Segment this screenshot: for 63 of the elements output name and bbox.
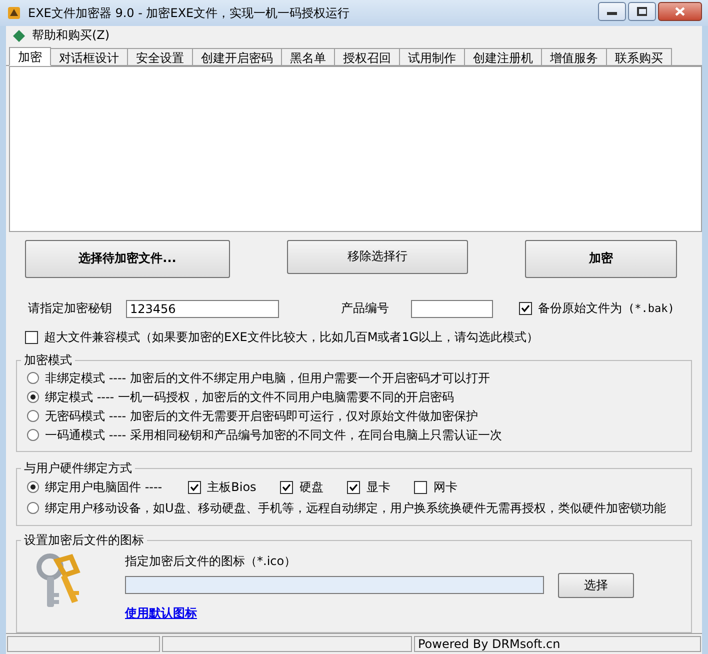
group-title: 设置加密后文件的图标: [23, 532, 145, 549]
check-icon: [190, 482, 200, 492]
tab[interactable]: 增值服务: [541, 48, 607, 66]
radio-label: 绑定用户电脑固件 ----: [45, 478, 162, 496]
close-icon: [675, 7, 685, 16]
tab[interactable]: 授权召回: [334, 48, 400, 66]
radio-label: 绑定用户移动设备，如U盘、移动硬盘、手机等，远程自动绑定，用户换系统换硬件无需再授权，类似硬件加密锁功能: [45, 500, 666, 517]
checkbox-label: 主板Bios: [207, 478, 256, 496]
maximize-icon: [637, 7, 647, 16]
checkbox-label: 硬盘: [299, 478, 324, 496]
tab[interactable]: 加密: [9, 47, 51, 66]
radio-button[interactable]: [27, 391, 39, 404]
tab[interactable]: 创建注册机: [464, 48, 542, 66]
checkbox[interactable]: [25, 330, 38, 344]
checkbox[interactable]: [188, 480, 202, 494]
field-label: 请指定加密秘钥: [28, 300, 112, 318]
tab[interactable]: 对话框设计: [50, 48, 128, 66]
checkbox-label: 超大文件兼容模式（如果要加密的EXE文件比较大，比如几百M或者1G以上，请勾选此模式）: [44, 328, 539, 346]
product-field[interactable]: [411, 300, 493, 318]
key-field[interactable]: 123456: [126, 300, 279, 318]
checkbox[interactable]: [414, 480, 428, 494]
menu-item[interactable]: 帮助和购买(Z): [30, 26, 112, 45]
checkbox-label: 显卡: [366, 478, 390, 496]
radio-label: 绑定模式 ---- 一机一码授权，加密后的文件不同用户电脑需要不同的开启密码: [45, 388, 454, 406]
tab[interactable]: 创建开启密码: [192, 48, 282, 66]
remove-row-button[interactable]: 移除选择行: [287, 240, 468, 274]
radio-button[interactable]: [27, 481, 39, 494]
minimize-button[interactable]: [598, 2, 626, 21]
checkbox-hint: (*.bak): [628, 302, 674, 316]
checkbox[interactable]: [280, 480, 294, 494]
radio-label: 无密码模式 ---- 加密后的文件无需要开启密码即可运行，仅对原始文件做加密保护: [45, 408, 478, 425]
tab[interactable]: 安全设置: [127, 48, 193, 66]
tab[interactable]: 联系购买: [606, 48, 672, 66]
check-icon: [282, 482, 292, 492]
radio-button[interactable]: [27, 372, 39, 384]
group-title: 与用户硬件绑定方式: [23, 460, 133, 477]
maximize-button[interactable]: [628, 2, 656, 21]
tab[interactable]: 黑名单: [281, 48, 335, 66]
select-file-button[interactable]: 选择待加密文件...: [25, 240, 230, 278]
window-title: EXE文件加密器 9.0 - 加密EXE文件，实现一机一码授权运行: [28, 4, 351, 22]
close-button[interactable]: [658, 2, 702, 21]
encrypt-button[interactable]: 加密: [525, 240, 677, 278]
app-icon: [8, 7, 20, 19]
group-title: 加密模式: [23, 352, 73, 369]
radio-button[interactable]: [27, 502, 39, 514]
field-label: 产品编号: [341, 300, 389, 318]
default-icon-link[interactable]: 使用默认图标: [125, 604, 197, 622]
checkbox[interactable]: [347, 480, 360, 494]
status-text: Powered By DRMsoft.cn: [414, 636, 701, 652]
checkbox-label: 备份原始文件为: [538, 300, 622, 318]
radio-button[interactable]: [27, 429, 39, 442]
checkbox-label: 网卡: [433, 478, 458, 496]
radio-button[interactable]: [27, 410, 39, 422]
browse-button[interactable]: 选择: [558, 572, 634, 598]
radio-label: 一码通模式 ---- 采用相同秘钥和产品编号加密的不同文件，在同台电脑上只需认证一次: [45, 426, 502, 444]
tab[interactable]: 试用制作: [399, 48, 465, 66]
icon-path-field[interactable]: [125, 576, 544, 594]
check-icon: [349, 482, 358, 492]
checkbox[interactable]: [519, 302, 532, 316]
app-menu-icon: [12, 28, 26, 42]
field-label: 指定加密后文件的图标（*.ico）: [125, 552, 298, 570]
check-icon: [521, 304, 530, 314]
radio-label: 非绑定模式 ---- 加密后的文件不绑定用户电脑，但用户需要一个开启密码才可以打开: [45, 370, 490, 387]
